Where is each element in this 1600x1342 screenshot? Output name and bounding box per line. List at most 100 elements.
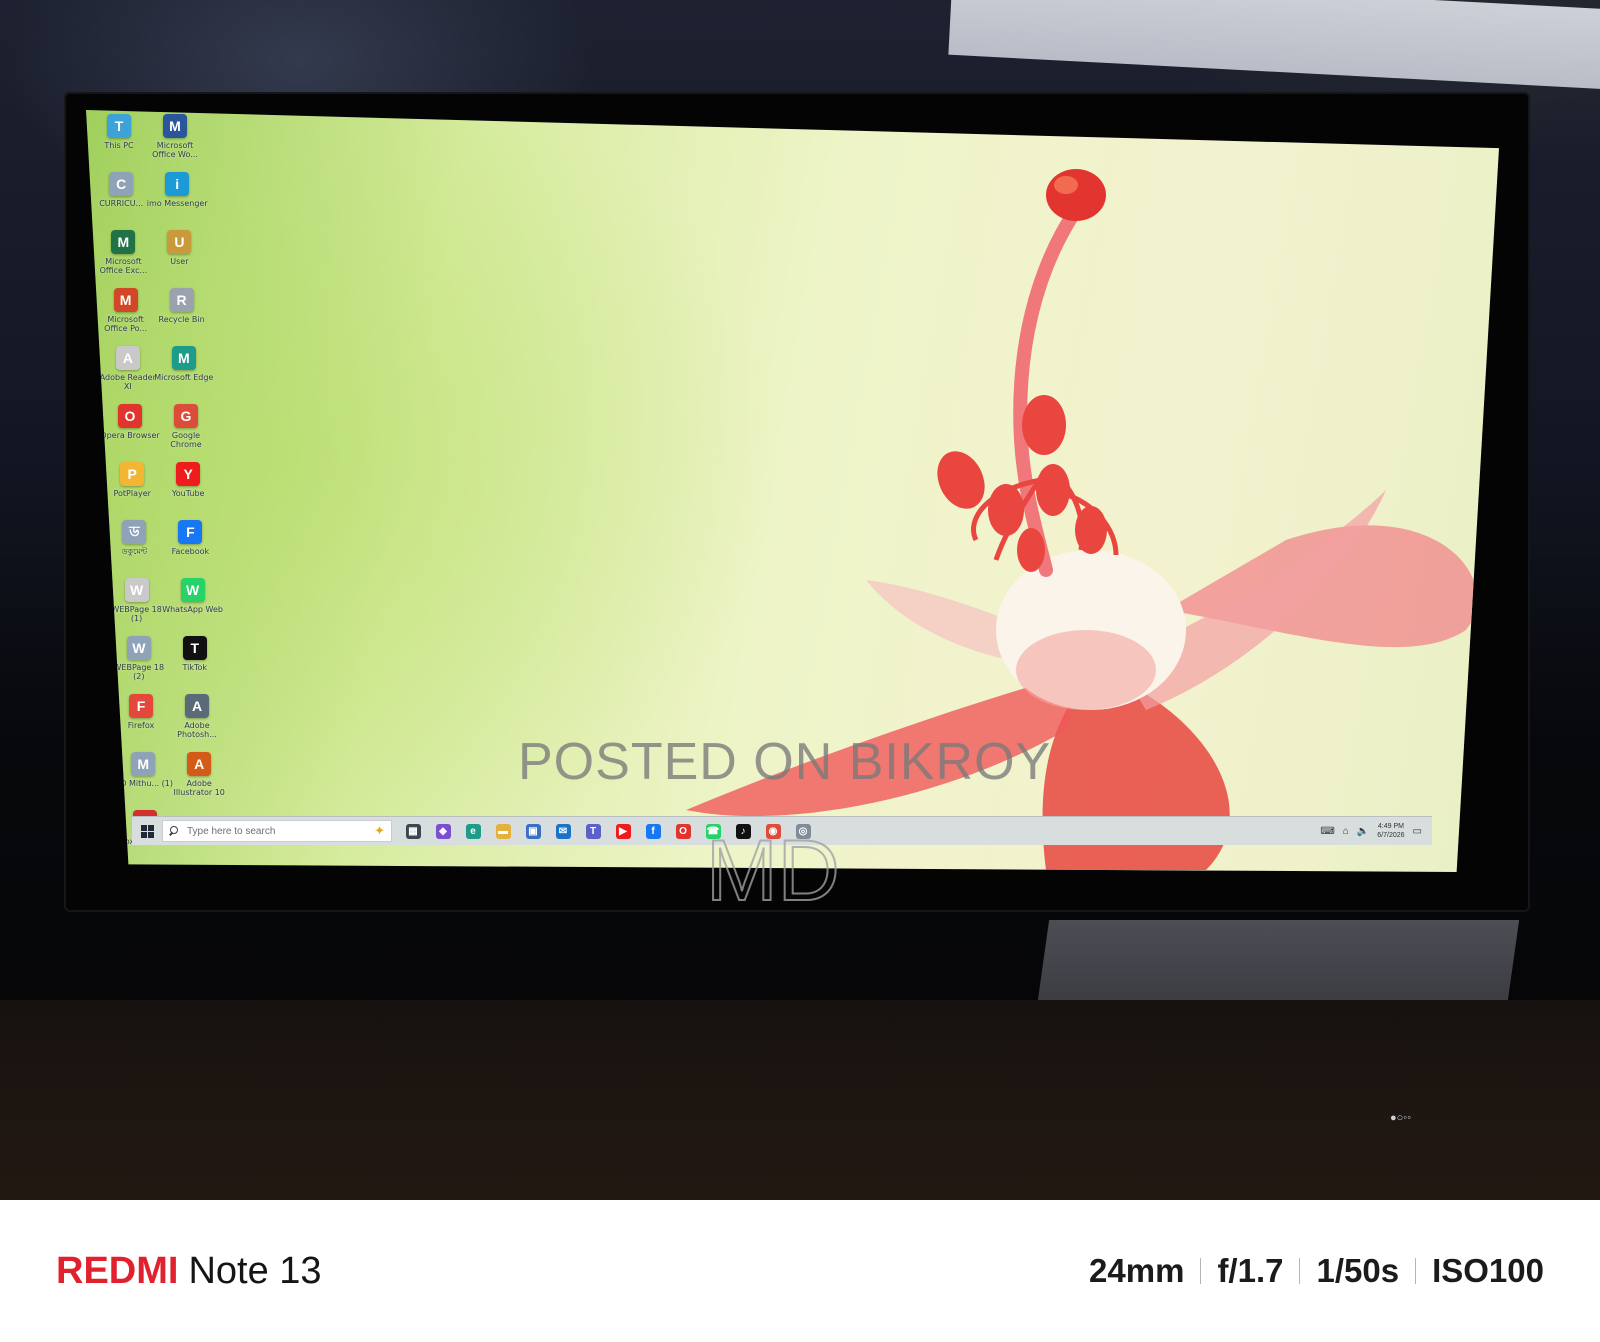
whatsapp-icon: W (180, 578, 205, 602)
taskbar-app-teams[interactable]: T (578, 817, 608, 845)
taskbar-app-store[interactable]: ▣ (518, 817, 548, 845)
desktop-shortcut-label: Microsoft Office Exc... (99, 257, 148, 275)
desktop-shortcut[interactable]: W WEBPage 18 (1) (106, 578, 168, 623)
desktop-shortcut[interactable]: P PotPlayer (101, 462, 163, 498)
desktop-shortcut[interactable]: A Adobe Reader XI (97, 346, 159, 391)
taskbar-clock[interactable]: 4:49 PM 6/7/2026 (1377, 822, 1404, 840)
firefox-icon: F (129, 694, 153, 718)
chrome-icon: G (174, 404, 198, 428)
desktop-shortcut[interactable]: M Microsoft Office Wo... (144, 114, 206, 159)
document-icon: ড (122, 520, 147, 544)
camera-info-footer: REDMI Note 13 24mm f/1.7 1/50s ISO100 (0, 1200, 1600, 1342)
desktop-shortcut-label: ডকুমেন্ট (121, 547, 148, 556)
start-button[interactable] (132, 817, 162, 845)
camera-name: REDMI Note 13 (56, 1250, 322, 1293)
shutter-speed: 1/50s (1316, 1252, 1400, 1289)
camera-brand: REDMI (56, 1249, 179, 1292)
facebook-icon: F (178, 520, 203, 544)
clock-time: 4:49 PM (1377, 823, 1404, 830)
watermark-md: MD (705, 822, 841, 920)
imo-icon: i (165, 172, 190, 196)
opera-icon: O (675, 823, 691, 839)
desktop-shortcut[interactable]: A Adobe Illustrator 10 (168, 752, 230, 797)
sparkle-icon: ✦ (374, 823, 385, 838)
desktop-shortcut[interactable]: i imo Messenger (146, 172, 208, 208)
taskbar-app-copilot[interactable]: ◆ (428, 817, 458, 845)
desktop-shortcut[interactable]: ড ডকুমেন্ট (103, 520, 165, 556)
document-icon: M (131, 752, 156, 776)
document-icon: W (126, 636, 151, 660)
desktop-shortcut[interactable]: T This PC (88, 114, 150, 150)
teams-icon: T (585, 823, 601, 839)
network-icon[interactable]: ⌂ (1343, 826, 1349, 837)
desktop-shortcut-label: User (170, 257, 189, 266)
keyboard-icon[interactable]: ⌨ (1320, 826, 1334, 837)
edge-icon: e (465, 823, 481, 839)
search-placeholder: Type here to search (187, 825, 276, 837)
youtube-icon: Y (176, 462, 201, 486)
aperture: f/1.7 (1217, 1252, 1284, 1289)
desktop-shortcut[interactable]: R Recycle Bin (151, 288, 213, 324)
camera-model: Note 13 (188, 1249, 322, 1292)
desktop-shortcut[interactable]: C CURRICU... (90, 172, 152, 208)
taskbar-app-opera[interactable]: O (668, 817, 698, 845)
opera-icon: O (118, 404, 142, 428)
taskbar-search-box[interactable]: Type here to search ✦ (162, 820, 392, 842)
desktop-shortcut[interactable]: M Microsoft Office Po... (95, 288, 157, 333)
task-view-icon: ▦ (405, 823, 421, 839)
illustrator-icon: A (187, 752, 212, 776)
user-folder-icon: U (167, 230, 192, 254)
desktop-shortcut[interactable]: F Facebook (159, 520, 221, 556)
desktop-shortcut-label: Facebook (171, 547, 210, 556)
store-icon: ▣ (525, 823, 541, 839)
desktop-shortcut[interactable]: M Microsoft Office Exc... (92, 230, 154, 275)
desktop-shortcut[interactable]: G Google Chrome (155, 404, 217, 449)
desktop-shortcut[interactable]: A Adobe Photosh... (166, 694, 228, 739)
folder-icon: ▬ (495, 823, 511, 839)
notification-icon[interactable]: ▭ (1413, 826, 1422, 837)
taskbar-app-edge[interactable]: e (458, 817, 488, 845)
desktop-shortcut-label: Opera Browser (100, 431, 160, 440)
desk-cloth (0, 1000, 1600, 1200)
desktop-shortcut-label: Firefox (127, 721, 155, 730)
word-icon: M (163, 114, 187, 138)
desktop-shortcut[interactable]: Y YouTube (157, 462, 219, 498)
outlook-icon: ✉ (555, 823, 571, 839)
tiktok-icon: T (182, 636, 207, 660)
taskbar-app-outlook[interactable]: ✉ (548, 817, 578, 845)
desktop-shortcut-label: Adobe Illustrator 10 (173, 779, 225, 797)
desktop-shortcut-label: Adobe Reader XI (99, 373, 156, 391)
edge-icon: M (171, 346, 196, 370)
spec-divider (1415, 1258, 1417, 1284)
taskbar-app-task-view[interactable]: ▦ (398, 817, 428, 845)
desktop-shortcut-label: WEBPage 18 (1) (111, 605, 162, 623)
taskbar-app-youtube[interactable]: ▶ (608, 817, 638, 845)
desktop-shortcut[interactable]: T TikTok (164, 636, 226, 672)
desktop-shortcut-label: PotPlayer (113, 489, 151, 498)
desktop-shortcut-label: Recycle Bin (158, 315, 205, 324)
desktop-shortcut[interactable]: U User (148, 230, 210, 266)
photoshop-icon: A (185, 694, 209, 718)
search-icon (169, 826, 179, 836)
device-label: ●○◦◦ (1390, 1112, 1412, 1124)
desktop-shortcut-label: Microsoft Office Po... (104, 315, 147, 333)
iso: ISO100 (1432, 1252, 1544, 1289)
powerpoint-icon: M (113, 288, 138, 312)
taskbar-app-file-explorer[interactable]: ▬ (488, 817, 518, 845)
clock-date: 6/7/2026 (1377, 832, 1405, 839)
taskbar-app-facebook[interactable]: f (638, 817, 668, 845)
desktop-shortcut-label: WhatsApp Web (162, 605, 223, 614)
volume-icon[interactable]: 🔈 (1357, 826, 1369, 837)
system-tray: ⌨ ⌂ 🔈 4:49 PM 6/7/2026 ▭ (1320, 822, 1432, 840)
pdf-file-icon: W (124, 578, 149, 602)
desktop-shortcut-label: Adobe Photosh... (177, 721, 217, 739)
excel-icon: M (111, 230, 136, 254)
desktop-shortcut[interactable]: W WhatsApp Web (162, 578, 224, 614)
spec-divider (1299, 1258, 1301, 1284)
desktop-shortcut-label: imo Messenger (146, 199, 208, 208)
youtube-icon: ▶ (615, 823, 631, 839)
desktop-shortcut[interactable]: O Opera Browser (99, 404, 161, 440)
desktop-shortcut-label: CURRICU... (99, 199, 144, 208)
recycle-bin-icon: R (169, 288, 194, 312)
desktop-shortcut[interactable]: M Microsoft Edge (153, 346, 215, 382)
